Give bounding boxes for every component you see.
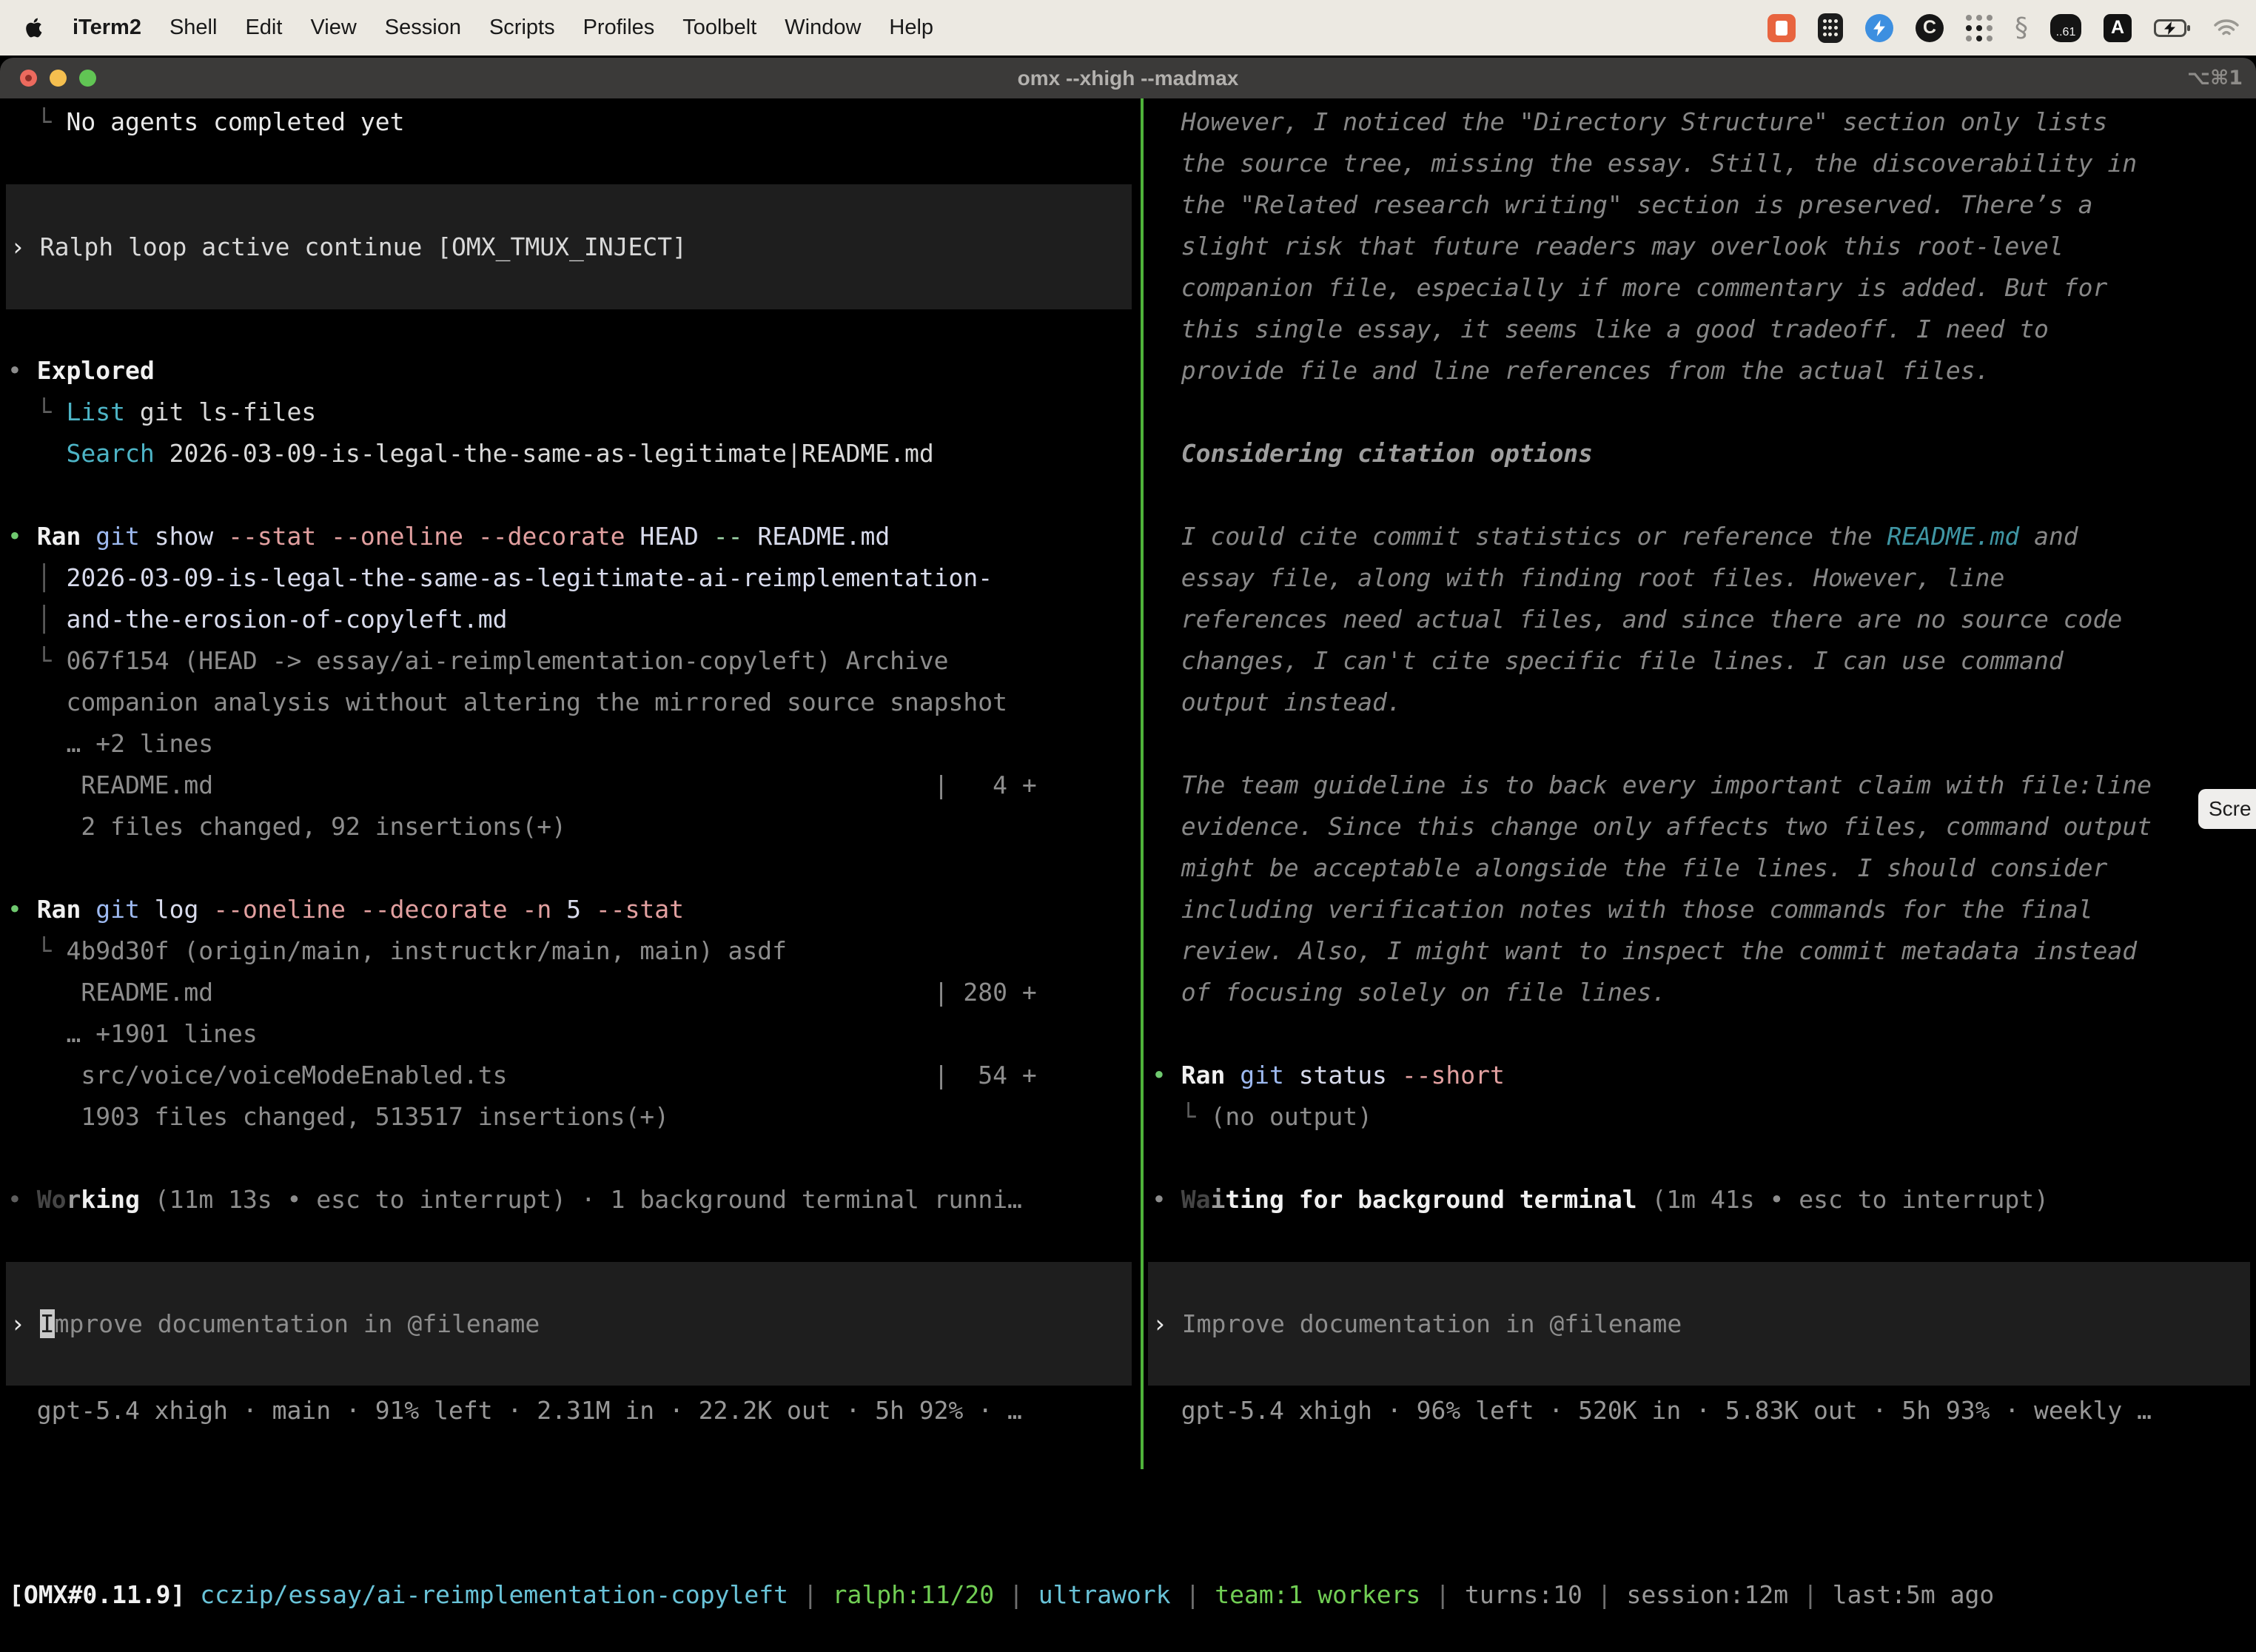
terminal-line: src/voice/voiceModeEnabled.ts | 54 + <box>0 1055 1138 1096</box>
terminal-line: 2 files changed, 92 insertions(+) <box>0 806 1138 847</box>
dots-grid-icon[interactable] <box>1966 15 1993 41</box>
terminal-line <box>0 1138 1138 1179</box>
terminal-line: • Ran git status --short <box>1146 1055 2256 1096</box>
terminal-line <box>1146 1138 2256 1179</box>
terminal-line: review. Also, I might want to inspect th… <box>1146 930 2256 972</box>
terminal-line: │ and-the-erosion-of-copyleft.md <box>0 599 1138 640</box>
keyboard-grid-icon[interactable] <box>1818 13 1843 43</box>
badge-61-icon[interactable]: ..61 <box>2050 14 2081 42</box>
terminal-line: › Improve documentation in @filename <box>1148 1303 1682 1345</box>
terminal-line: However, I noticed the "Directory Struct… <box>1146 101 2256 143</box>
left-status-line: gpt-5.4 xhigh · main · 91% left · 2.31M … <box>0 1390 1138 1431</box>
right-status-line: gpt-5.4 xhigh · 96% left · 520K in · 5.8… <box>1146 1390 2256 1431</box>
left-pane-log-lines: • Explored └ List git ls-files Search 20… <box>0 350 1138 1220</box>
terminal-line: I could cite commit statistics or refere… <box>1146 516 2256 557</box>
left-pane-intro-lines: └ No agents completed yet <box>0 101 1138 143</box>
right-pane: However, I noticed the "Directory Struct… <box>1146 98 2256 1475</box>
terminal-line: might be acceptable alongside the file l… <box>1146 847 2256 889</box>
menu-bar: iTerm2 Shell Edit View Session Scripts Profile… <box>0 0 2256 56</box>
menu-bar-status-icons: C § ..61 A <box>1767 0 2240 56</box>
a-badge-icon[interactable]: A <box>2104 14 2132 42</box>
menu-item[interactable]: iTerm2 <box>73 16 141 40</box>
menu-item[interactable]: Scripts <box>489 16 555 40</box>
terminal-line: companion file, especially if more comme… <box>1146 267 2256 309</box>
terminal-line: references need actual files, and since … <box>1146 599 2256 640</box>
title-bar[interactable]: omx --xhigh --madmax ⌥⌘1 <box>0 58 2256 98</box>
screen: iTerm2 Shell Edit View Session Scripts Profile… <box>0 0 2256 1652</box>
terminal-line: changes, I can't cite specific file line… <box>1146 640 2256 682</box>
terminal-line: │ 2026-03-09-is-legal-the-same-as-legiti… <box>0 557 1138 599</box>
blue-bolt-icon[interactable] <box>1865 14 1893 42</box>
terminal-line: [OMX#0.11.9] cczip/essay/ai-reimplementa… <box>1 1574 2256 1616</box>
terminal-line: slight risk that future readers may over… <box>1146 226 2256 267</box>
terminal-line: └ (no output) <box>1146 1096 2256 1138</box>
terminal-line: • Ran git log --oneline --decorate -n 5 … <box>0 889 1138 930</box>
window-title: omx --xhigh --madmax <box>0 58 2256 98</box>
terminal-line: › Improve documentation in @filename <box>6 1303 540 1345</box>
menu-item[interactable]: Session <box>385 16 461 40</box>
terminal-line <box>1146 1013 2256 1055</box>
iterm-window: omx --xhigh --madmax ⌥⌘1 └ No agents com… <box>0 58 2256 1652</box>
terminal-line: └ 067f154 (HEAD -> essay/ai-reimplementa… <box>0 640 1138 682</box>
omx-status-bar: [OMX#0.11.9] cczip/essay/ai-reimplementa… <box>1 1574 2256 1616</box>
menu-items: iTerm2 Shell Edit View Session Scripts Profile… <box>52 16 933 40</box>
menu-item[interactable]: Help <box>889 16 933 40</box>
terminal-line: 1903 files changed, 513517 insertions(+) <box>0 1096 1138 1138</box>
terminal-line: README.md | 280 + <box>0 972 1138 1013</box>
apple-menu-icon[interactable] <box>25 16 44 39</box>
terminal-line <box>0 847 1138 889</box>
pane-divider[interactable] <box>1141 98 1144 1469</box>
terminal-line: └ No agents completed yet <box>0 101 1138 143</box>
terminal-line: output instead. <box>1146 682 2256 723</box>
wifi-icon[interactable] <box>2213 18 2240 38</box>
chat-app-icon[interactable] <box>1767 14 1796 42</box>
menu-item[interactable]: View <box>310 16 356 40</box>
menu-item[interactable]: Toolbelt <box>682 16 756 40</box>
terminal-line: this single essay, it seems like a good … <box>1146 309 2256 350</box>
crescent-c-icon[interactable]: C <box>1916 14 1944 42</box>
terminal-line: The team guideline is to back every impo… <box>1146 765 2256 806</box>
terminal-line: provide file and line references from th… <box>1146 350 2256 392</box>
terminal-line: companion analysis without altering the … <box>0 682 1138 723</box>
terminal-line: … +1901 lines <box>0 1013 1138 1055</box>
terminal-line: the source tree, missing the essay. Stil… <box>1146 143 2256 184</box>
terminal-line: └ List git ls-files <box>0 392 1138 433</box>
terminal-line: the "Related research writing" section i… <box>1146 184 2256 226</box>
menu-item[interactable]: Window <box>785 16 861 40</box>
terminal-line: • Working (11m 13s • esc to interrupt) ·… <box>0 1179 1138 1220</box>
menu-item[interactable]: Shell <box>169 16 218 40</box>
terminal-line: Search 2026-03-09-is-legal-the-same-as-l… <box>0 433 1138 474</box>
terminal-line: evidence. Since this change only affects… <box>1146 806 2256 847</box>
terminal-line <box>1146 723 2256 765</box>
terminal-line: of focusing solely on file lines. <box>1146 972 2256 1013</box>
terminal-line: └ 4b9d30f (origin/main, instructkr/main,… <box>0 930 1138 972</box>
terminal-line: › Ralph loop active continue [OMX_TMUX_I… <box>6 226 687 268</box>
ralph-loop-input-box[interactable]: › Ralph loop active continue [OMX_TMUX_I… <box>6 184 1132 309</box>
hook-icon[interactable]: § <box>2015 13 2028 43</box>
terminal-line: … +2 lines <box>0 723 1138 765</box>
right-prompt-input[interactable]: › Improve documentation in @filename <box>1148 1262 2250 1386</box>
terminal-line: Considering citation options <box>1146 433 2256 474</box>
menu-item[interactable]: Profiles <box>583 16 655 40</box>
terminal-line: • Explored <box>0 350 1138 392</box>
terminal-line <box>0 474 1138 516</box>
screen-share-tab[interactable]: Scre <box>2198 789 2256 829</box>
terminal-line <box>1146 474 2256 516</box>
menu-item[interactable]: Edit <box>245 16 282 40</box>
terminal-line: including verification notes with those … <box>1146 889 2256 930</box>
terminal-content: └ No agents completed yet › Ralph loop a… <box>0 98 2256 1652</box>
terminal-line: README.md | 4 + <box>0 765 1138 806</box>
terminal-line: • Ran git show --stat --oneline --decora… <box>0 516 1138 557</box>
battery-icon[interactable] <box>2154 19 2191 38</box>
terminal-line: gpt-5.4 xhigh · main · 91% left · 2.31M … <box>0 1390 1138 1431</box>
left-pane: └ No agents completed yet › Ralph loop a… <box>0 98 1138 1475</box>
window-shortcut-badge: ⌥⌘1 <box>2187 58 2243 98</box>
left-prompt-input[interactable]: › Improve documentation in @filename <box>6 1262 1132 1386</box>
right-pane-log-lines: However, I noticed the "Directory Struct… <box>1146 101 2256 1220</box>
terminal-line: gpt-5.4 xhigh · 96% left · 520K in · 5.8… <box>1146 1390 2256 1431</box>
terminal-line: essay file, along with finding root file… <box>1146 557 2256 599</box>
terminal-line <box>1146 392 2256 433</box>
terminal-line: • Waiting for background terminal (1m 41… <box>1146 1179 2256 1220</box>
